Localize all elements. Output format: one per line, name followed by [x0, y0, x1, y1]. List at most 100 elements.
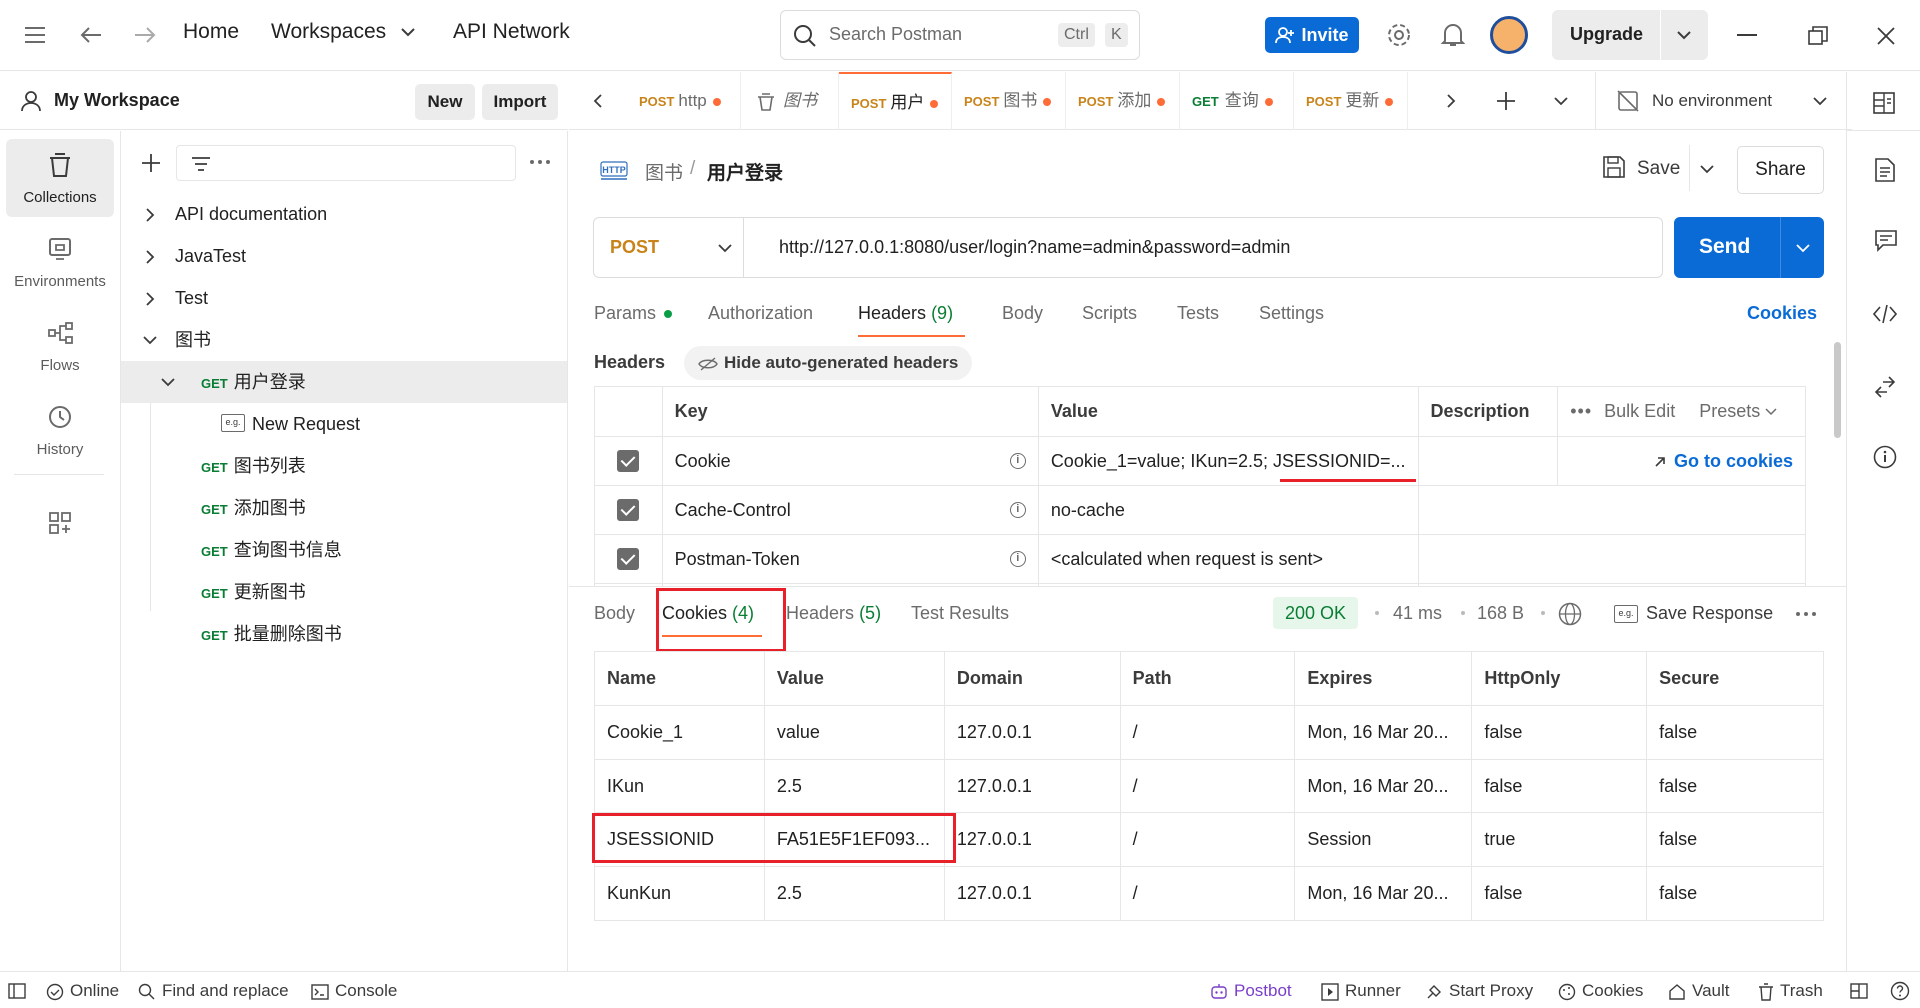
- header-value[interactable]: no-cache: [1051, 500, 1125, 520]
- postbot-button[interactable]: Postbot: [1210, 981, 1292, 1001]
- tree-request-update-book[interactable]: GET 更新图书: [121, 571, 567, 613]
- nav-api-network[interactable]: API Network: [453, 20, 570, 44]
- tree-item-test[interactable]: Test: [121, 277, 567, 319]
- tree-item-books[interactable]: 图书: [121, 319, 567, 361]
- response-tab-test-results[interactable]: Test Results: [911, 603, 1009, 624]
- hide-auto-headers-toggle[interactable]: Hide auto-generated headers: [684, 346, 973, 380]
- vault-button[interactable]: Vault: [1668, 981, 1730, 1001]
- settings-gear-icon[interactable]: [1386, 22, 1412, 48]
- more-options-icon[interactable]: [529, 159, 551, 165]
- add-apps-icon[interactable]: [48, 511, 72, 535]
- related-collections-icon[interactable]: [1875, 376, 1895, 398]
- code-icon[interactable]: [1873, 304, 1897, 324]
- header-enabled-checkbox[interactable]: [617, 499, 640, 522]
- cookies-link[interactable]: Cookies: [1747, 303, 1817, 324]
- more-options-icon[interactable]: [1795, 611, 1817, 617]
- send-button[interactable]: Send: [1674, 217, 1824, 278]
- chevron-left-icon[interactable]: [593, 94, 603, 108]
- documentation-icon[interactable]: [1875, 158, 1895, 182]
- header-value[interactable]: <calculated when request is sent>: [1051, 549, 1323, 569]
- more-options-icon[interactable]: •••: [1570, 401, 1592, 421]
- tab-post-user-login[interactable]: POST 用户: [839, 72, 952, 130]
- forward-arrow-icon[interactable]: [132, 22, 158, 48]
- header-value[interactable]: Cookie_1=value; IKun=2.5; JSESSIONID=...: [1051, 451, 1406, 471]
- breadcrumb-parent[interactable]: 图书: [645, 158, 683, 185]
- share-button[interactable]: Share: [1737, 146, 1824, 194]
- table-row[interactable]: Cookie_1 value 127.0.0.1/Mon, 16 Mar 20...…: [594, 705, 1824, 760]
- breadcrumb-current[interactable]: 用户登录: [707, 158, 783, 185]
- tree-request-batch-delete[interactable]: GET 批量删除图书: [121, 613, 567, 655]
- tab-collection-books[interactable]: 图书: [741, 72, 839, 130]
- tree-example-new-request[interactable]: e.g. New Request: [121, 403, 567, 445]
- chevron-down-icon[interactable]: [400, 27, 416, 37]
- scrollbar[interactable]: [1834, 342, 1841, 438]
- chevron-down-icon[interactable]: [1676, 30, 1692, 40]
- response-size[interactable]: 168 B: [1477, 603, 1524, 624]
- save-button[interactable]: Save: [1637, 158, 1680, 180]
- method-select[interactable]: POST: [594, 218, 744, 277]
- tab-post-update[interactable]: POST 更新: [1294, 72, 1408, 130]
- trash-button[interactable]: Trash: [1758, 981, 1823, 1001]
- tree-item-javatest[interactable]: JavaTest: [121, 235, 567, 277]
- upgrade-button[interactable]: Upgrade: [1552, 10, 1708, 60]
- rail-flows[interactable]: Flows: [6, 307, 114, 385]
- workspace-name[interactable]: My Workspace: [54, 90, 180, 111]
- save-response-button[interactable]: e.g. Save Response: [1614, 603, 1773, 624]
- online-status[interactable]: Online: [46, 981, 119, 1001]
- chevron-down-icon[interactable]: [1554, 96, 1568, 106]
- header-key[interactable]: Postman-Token: [675, 549, 800, 569]
- menu-icon[interactable]: [22, 22, 48, 48]
- minimize-icon[interactable]: [1737, 34, 1757, 36]
- tab-params[interactable]: Params: [594, 303, 673, 324]
- chevron-down-icon[interactable]: [1796, 243, 1810, 253]
- tab-post-add[interactable]: POST 添加: [1066, 72, 1180, 130]
- chevron-down-icon[interactable]: [1813, 96, 1827, 106]
- response-tab-body[interactable]: Body: [594, 603, 635, 624]
- search-box[interactable]: Search Postman Ctrl K: [780, 10, 1140, 60]
- tree-item-api-documentation[interactable]: API documentation: [121, 193, 567, 235]
- tab-post-books[interactable]: POST 图书: [952, 72, 1066, 130]
- back-arrow-icon[interactable]: [78, 22, 104, 48]
- environment-selector[interactable]: No environment: [1652, 91, 1772, 111]
- tab-headers[interactable]: Headers (9): [858, 303, 953, 324]
- tree-request-book-list[interactable]: GET 图书列表: [121, 445, 567, 487]
- layout-icon[interactable]: [1850, 983, 1868, 999]
- url-input[interactable]: http://127.0.0.1:8080/user/login?name=ad…: [779, 237, 1290, 258]
- plus-icon[interactable]: [141, 153, 161, 173]
- table-row[interactable]: KunKun 2.5 127.0.0.1/Mon, 16 Mar 20... fals…: [594, 866, 1824, 921]
- go-to-cookies-link[interactable]: Go to cookies: [1654, 451, 1793, 471]
- table-row[interactable]: IKun 2.5 127.0.0.1/Mon, 16 Mar 20... false f…: [594, 759, 1824, 813]
- import-button[interactable]: Import: [482, 84, 558, 120]
- new-tab-plus-icon[interactable]: [1496, 91, 1516, 111]
- chevron-right-icon[interactable]: [1446, 94, 1456, 108]
- avatar[interactable]: [1490, 16, 1528, 54]
- tree-request-user-login[interactable]: GET 用户登录: [121, 361, 567, 403]
- invite-button[interactable]: Invite: [1265, 17, 1359, 53]
- restore-icon[interactable]: [1808, 26, 1828, 46]
- start-proxy-button[interactable]: Start Proxy: [1425, 981, 1533, 1001]
- rail-collections[interactable]: Collections: [6, 139, 114, 217]
- comments-icon[interactable]: [1875, 230, 1897, 252]
- header-key[interactable]: Cache-Control: [675, 500, 791, 520]
- bulk-edit-button[interactable]: Bulk Edit: [1604, 401, 1675, 421]
- filter-input[interactable]: [176, 145, 516, 181]
- tab-post-http[interactable]: POST http: [627, 72, 741, 130]
- bell-icon[interactable]: [1441, 22, 1465, 48]
- tab-tests[interactable]: Tests: [1177, 303, 1219, 324]
- info-icon[interactable]: i: [1009, 502, 1026, 518]
- globe-icon[interactable]: [1558, 602, 1582, 626]
- runner-button[interactable]: Runner: [1321, 981, 1401, 1001]
- header-enabled-checkbox[interactable]: [617, 548, 640, 571]
- close-icon[interactable]: [1876, 26, 1896, 46]
- nav-workspaces[interactable]: Workspaces: [271, 20, 386, 44]
- response-time[interactable]: 41 ms: [1393, 603, 1442, 624]
- pane-divider[interactable]: [569, 586, 1846, 587]
- rail-environments[interactable]: Environments: [6, 223, 114, 301]
- header-key[interactable]: Cookie: [675, 451, 731, 471]
- tab-authorization[interactable]: Authorization: [708, 303, 813, 324]
- tab-get-query[interactable]: GET 查询: [1180, 72, 1294, 130]
- response-tab-headers[interactable]: Headers (5): [786, 603, 881, 624]
- info-icon[interactable]: [1873, 445, 1897, 469]
- cookies-button[interactable]: Cookies: [1558, 981, 1643, 1001]
- nav-home[interactable]: Home: [183, 20, 239, 44]
